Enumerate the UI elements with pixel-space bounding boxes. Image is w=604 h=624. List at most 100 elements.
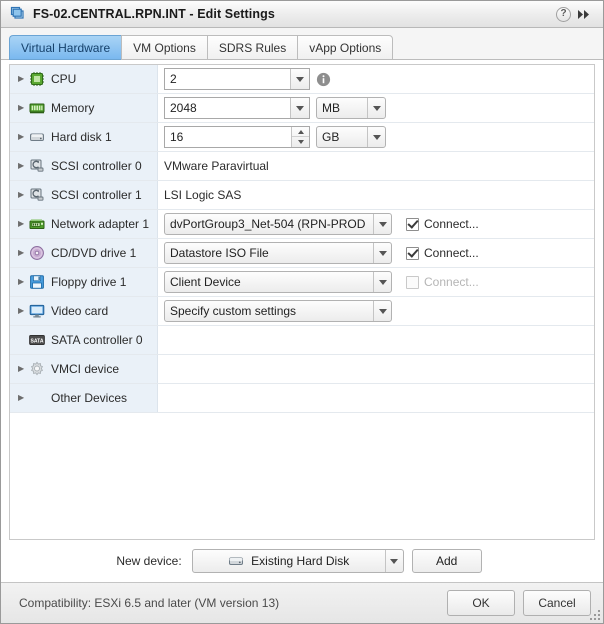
device-value-text: VMware Paravirtual: [164, 159, 269, 173]
checkbox-box: [406, 275, 419, 289]
device-label-cell: ▶ CD/DVD drive 1: [10, 239, 158, 267]
device-label-cell: ▶ Other Devices: [10, 384, 158, 412]
harddisk-size-input[interactable]: [165, 127, 291, 147]
device-label-cell: ▶SATASATA controller 0: [10, 326, 158, 354]
device-value-cell: [158, 384, 594, 412]
chevron-down-icon[interactable]: [367, 127, 385, 147]
tab-vapp-options[interactable]: vApp Options: [297, 35, 394, 60]
device-row[interactable]: ▶ SCSI controller 1 LSI Logic SAS: [10, 181, 594, 210]
device-row[interactable]: ▶ SCSI controller 0 VMware Paravirtual: [10, 152, 594, 181]
device-name: Memory: [51, 101, 95, 115]
stepper-up-icon[interactable]: [292, 127, 309, 137]
expand-twisty-icon[interactable]: ▶: [18, 75, 29, 83]
checkbox-box[interactable]: [406, 217, 419, 231]
info-icon[interactable]: [316, 72, 331, 87]
expand-chevron-icon[interactable]: [576, 9, 594, 20]
device-label-cell: ▶ SCSI controller 0: [10, 152, 158, 180]
device-name: CPU: [51, 72, 77, 86]
cancel-button[interactable]: Cancel: [523, 590, 591, 616]
device-value-select[interactable]: Datastore ISO File: [164, 242, 392, 264]
chevron-down-icon[interactable]: [373, 243, 391, 263]
memory-unit-select[interactable]: MB: [316, 97, 386, 119]
checkbox-box[interactable]: [406, 246, 419, 260]
device-value-select[interactable]: Specify custom settings: [164, 300, 392, 322]
tab-sdrs-rules[interactable]: SDRS Rules: [206, 35, 298, 60]
harddisk-size-field[interactable]: [164, 126, 310, 148]
add-device-button[interactable]: Add: [411, 549, 482, 573]
device-row[interactable]: ▶SATASATA controller 0: [10, 326, 594, 355]
harddisk-size-stepper[interactable]: [291, 127, 309, 147]
device-name: SATA controller 0: [51, 333, 143, 347]
memory-unit-text: MB: [322, 101, 340, 115]
device-value-select[interactable]: Client Device: [164, 271, 392, 293]
cpu-icon: [29, 71, 45, 87]
no-icon: [29, 390, 45, 406]
device-row[interactable]: ▶ CPU: [10, 65, 594, 94]
vmci-icon: [29, 361, 45, 377]
device-label-cell: ▶ CPU: [10, 65, 158, 93]
expand-twisty-icon[interactable]: ▶: [18, 220, 29, 228]
cpu-count-field[interactable]: [164, 68, 310, 90]
chevron-down-icon[interactable]: [367, 98, 385, 118]
expand-twisty-icon[interactable]: ▶: [18, 104, 29, 112]
expand-twisty-icon[interactable]: ▶: [18, 307, 29, 315]
expand-twisty-icon[interactable]: ▶: [18, 365, 29, 373]
cddvd-icon: [29, 245, 45, 261]
harddisk-unit-select[interactable]: GB: [316, 126, 386, 148]
new-device-label: New device:: [116, 554, 182, 568]
content-area: ▶ CPU ▶ Memory MB ▶ Hard disk 1 GB ▶ SCSI control…: [1, 60, 603, 582]
memory-size-field[interactable]: [164, 97, 310, 119]
device-row[interactable]: ▶ Other Devices: [10, 384, 594, 413]
harddisk-icon: [228, 553, 244, 569]
device-list: ▶ CPU ▶ Memory MB ▶ Hard disk 1 GB ▶ SCSI control…: [10, 65, 594, 413]
device-row[interactable]: ▶ Video card Specify custom settings: [10, 297, 594, 326]
chevron-down-icon[interactable]: [290, 69, 309, 89]
stepper-down-icon[interactable]: [292, 137, 309, 147]
connect-checkbox[interactable]: Connect...: [406, 217, 479, 231]
device-value-select[interactable]: dvPortGroup3_Net-504 (RPN-PROD: [164, 213, 392, 235]
expand-twisty-icon[interactable]: ▶: [18, 278, 29, 286]
device-row[interactable]: ▶ CD/DVD drive 1 Datastore ISO File Connect…: [10, 239, 594, 268]
connect-label: Connect...: [424, 217, 479, 231]
chevron-down-icon[interactable]: [373, 214, 391, 234]
device-name: VMCI device: [51, 362, 120, 376]
expand-twisty-icon[interactable]: ▶: [18, 191, 29, 199]
new-device-select[interactable]: Existing Hard Disk: [191, 549, 404, 573]
device-value-cell: VMware Paravirtual: [158, 152, 594, 180]
ok-button[interactable]: OK: [447, 590, 515, 616]
connect-label: Connect...: [424, 275, 479, 289]
help-icon[interactable]: ?: [556, 6, 571, 22]
new-device-bar: New device: Existing Hard Disk Add: [9, 540, 595, 582]
chevron-down-icon[interactable]: [373, 301, 391, 321]
device-value-cell: LSI Logic SAS: [158, 181, 594, 209]
connect-checkbox[interactable]: Connect...: [406, 246, 479, 260]
cpu-count-input[interactable]: [165, 69, 290, 89]
device-name: SCSI controller 0: [51, 159, 142, 173]
device-row[interactable]: ▶ Memory MB: [10, 94, 594, 123]
device-row[interactable]: ▶ Hard disk 1 GB: [10, 123, 594, 152]
device-label-cell: ▶ Memory: [10, 94, 158, 122]
resize-grip[interactable]: [588, 608, 600, 620]
edit-settings-dialog: FS-02.CENTRAL.RPN.INT - Edit Settings ? …: [0, 0, 604, 624]
device-name: Network adapter 1: [51, 217, 150, 231]
expand-twisty-icon[interactable]: ▶: [18, 249, 29, 257]
device-name: Hard disk 1: [51, 130, 112, 144]
device-row[interactable]: ▶ Floppy drive 1 Client Device Connect...: [10, 268, 594, 297]
harddisk-unit-text: GB: [322, 130, 340, 144]
chevron-down-icon[interactable]: [384, 550, 403, 572]
device-row[interactable]: ▶ Network adapter 1 dvPortGroup3_Net-504 (…: [10, 210, 594, 239]
device-label-cell: ▶ VMCI device: [10, 355, 158, 383]
expand-twisty-icon[interactable]: ▶: [18, 162, 29, 170]
device-value-text: Specify custom settings: [170, 304, 297, 318]
device-label-cell: ▶ Floppy drive 1: [10, 268, 158, 296]
device-row[interactable]: ▶ VMCI device: [10, 355, 594, 384]
tab-vm-options[interactable]: VM Options: [121, 35, 207, 60]
chevron-down-icon[interactable]: [373, 272, 391, 292]
title-bar: FS-02.CENTRAL.RPN.INT - Edit Settings ?: [1, 1, 603, 28]
chevron-down-icon[interactable]: [290, 98, 309, 118]
expand-twisty-icon[interactable]: ▶: [18, 394, 29, 402]
memory-size-input[interactable]: [165, 98, 290, 118]
expand-twisty-icon[interactable]: ▶: [18, 133, 29, 141]
tab-virtual-hardware[interactable]: Virtual Hardware: [9, 35, 122, 60]
device-value-text: Client Device: [170, 275, 241, 289]
